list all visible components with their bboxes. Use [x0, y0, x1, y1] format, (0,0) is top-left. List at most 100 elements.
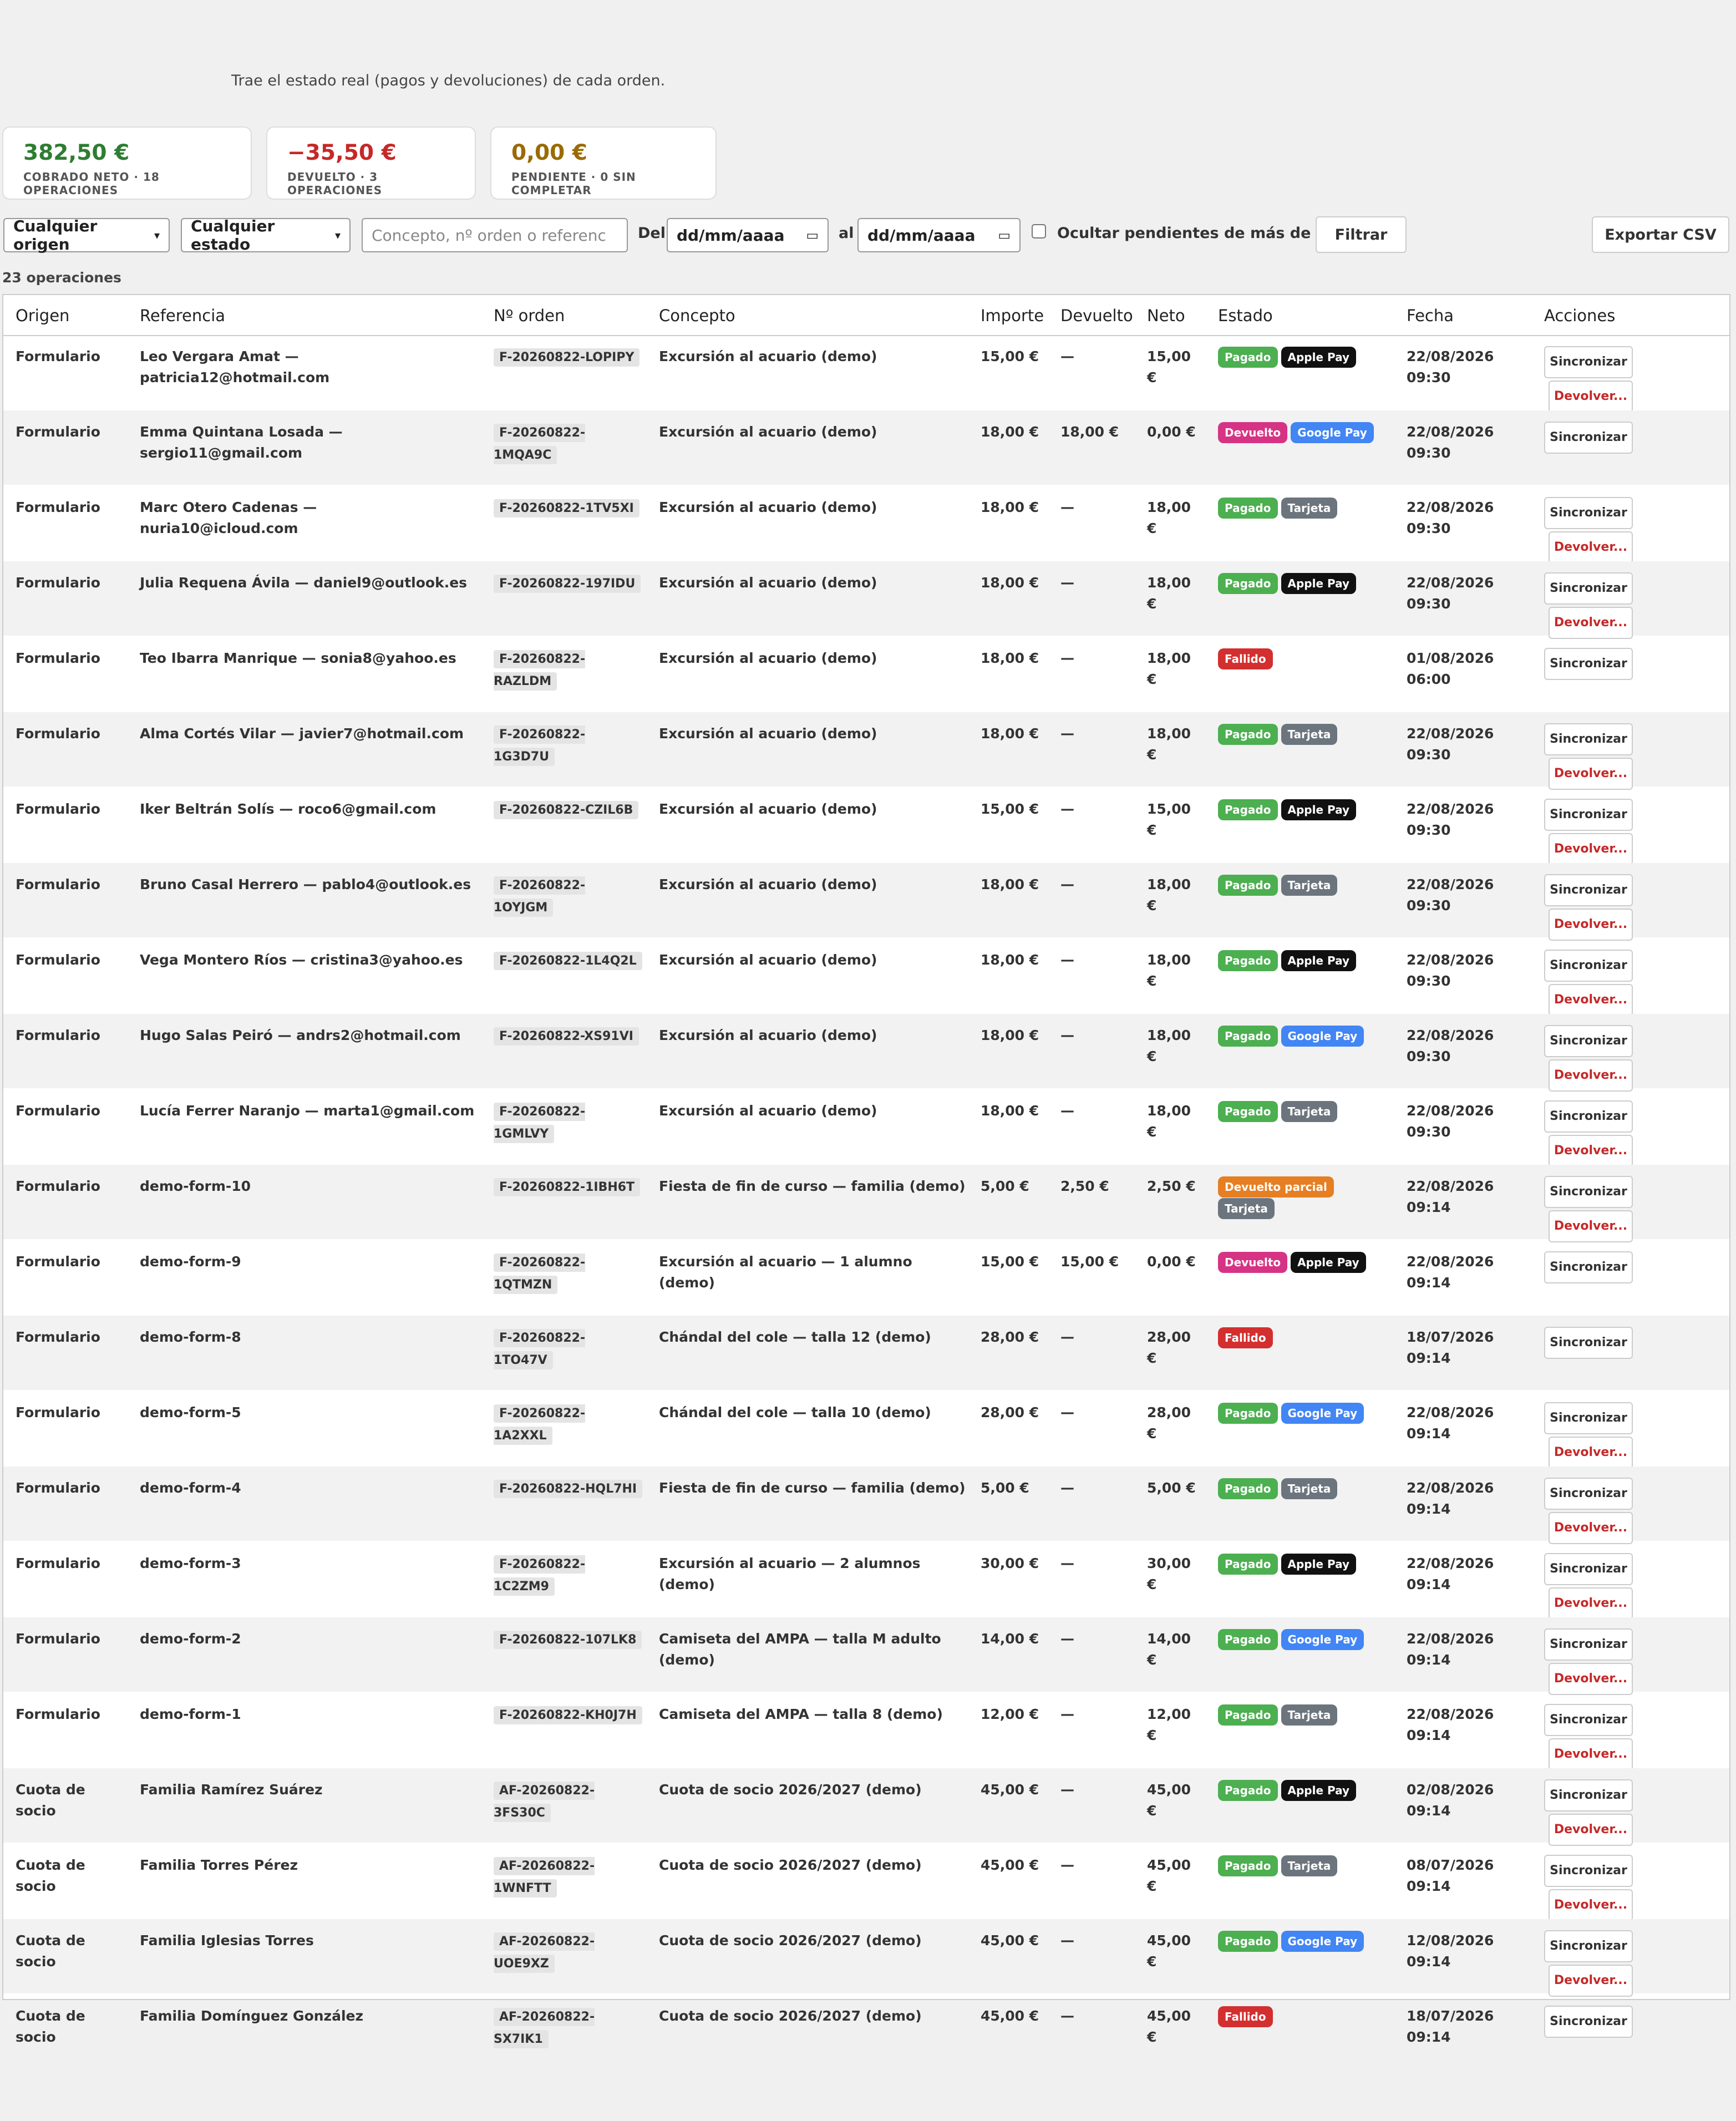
- sync-button[interactable]: Sincronizar: [1544, 1251, 1633, 1283]
- sync-button[interactable]: Sincronizar: [1544, 497, 1633, 529]
- refund-button[interactable]: Devolver...: [1549, 1210, 1633, 1242]
- table-header: Origen Referencia Nº orden Concepto Impo…: [3, 295, 1729, 336]
- sync-button[interactable]: Sincronizar: [1544, 950, 1633, 982]
- cell-origen: Formulario: [16, 876, 100, 892]
- al-label: al: [839, 225, 854, 242]
- cell-importe: 18,00 €: [981, 424, 1039, 440]
- sync-button[interactable]: Sincronizar: [1544, 1855, 1633, 1887]
- col-orden[interactable]: Nº orden: [494, 306, 565, 325]
- payment-method-badge: Google Pay: [1281, 1931, 1364, 1952]
- cell-devuelto: 18,00 €: [1060, 424, 1119, 440]
- table-row: Formulario demo-form-3 F-20260822-1C2ZM9 Ex…: [3, 1542, 1729, 1620]
- sync-button[interactable]: Sincronizar: [1544, 799, 1633, 831]
- sync-button[interactable]: Sincronizar: [1544, 346, 1633, 378]
- ocultar-checkbox[interactable]: [1032, 224, 1046, 239]
- cell-referencia: Bruno Casal Herrero — pablo4@outlook.es: [140, 876, 471, 892]
- col-concepto[interactable]: Concepto: [659, 306, 735, 325]
- order-number-tag: F-20260822-1OYJGM: [494, 876, 586, 917]
- refund-button[interactable]: Devolver...: [1549, 1889, 1633, 1921]
- refund-button[interactable]: Devolver...: [1549, 909, 1633, 941]
- sync-button[interactable]: Sincronizar: [1544, 1553, 1633, 1585]
- table-row: Formulario demo-form-1 F-20260822-KH0J7H Ca…: [3, 1693, 1729, 1770]
- sync-button[interactable]: Sincronizar: [1544, 1025, 1633, 1057]
- order-number-tag: F-20260822-LOPIPY: [494, 348, 640, 367]
- cell-estado: Fallido: [1218, 1327, 1395, 1348]
- col-devuelto[interactable]: Devuelto: [1060, 306, 1133, 325]
- sync-button[interactable]: Sincronizar: [1544, 572, 1633, 605]
- status-badge: Pagado: [1218, 1101, 1278, 1122]
- cell-devuelto: —: [1060, 801, 1074, 817]
- cell-fecha: 22/08/2026 09:14: [1407, 1480, 1494, 1517]
- stat-value: 0,00 €: [511, 140, 587, 165]
- cell-neto: 18,00 €: [1147, 499, 1191, 536]
- sync-button[interactable]: Sincronizar: [1544, 1402, 1633, 1434]
- sync-button[interactable]: Sincronizar: [1544, 1478, 1633, 1510]
- refund-button[interactable]: Devolver...: [1549, 380, 1633, 413]
- refund-button[interactable]: Devolver...: [1549, 984, 1633, 1016]
- sync-button[interactable]: Sincronizar: [1544, 874, 1633, 906]
- col-neto[interactable]: Neto: [1147, 306, 1185, 325]
- cell-origen: Formulario: [16, 1480, 100, 1496]
- refund-button[interactable]: Devolver...: [1549, 1738, 1633, 1770]
- sync-button[interactable]: Sincronizar: [1544, 1628, 1633, 1661]
- cell-referencia: demo-form-3: [140, 1555, 241, 1571]
- cell-acciones: Sincronizar Devolver...: [1544, 1553, 1655, 1620]
- cell-estado: Fallido: [1218, 648, 1395, 669]
- table-row: Formulario Emma Quintana Losada — sergio1…: [3, 410, 1729, 485]
- sync-button[interactable]: Sincronizar: [1544, 1930, 1633, 1962]
- status-badge: Fallido: [1218, 2006, 1273, 2027]
- sync-button[interactable]: Sincronizar: [1544, 2006, 1633, 2038]
- stat-card-devuelto: −35,50 € DEVUELTO · 3 OPERACIONES: [266, 126, 476, 200]
- export-csv-button[interactable]: Exportar CSV: [1592, 216, 1729, 253]
- order-number-tag: F-20260822-HQL7HI: [494, 1480, 643, 1498]
- cell-estado: Pagado Tarjeta: [1218, 874, 1395, 896]
- sync-button[interactable]: Sincronizar: [1544, 648, 1633, 680]
- cell-acciones: Sincronizar Devolver...: [1544, 1855, 1655, 1921]
- refund-button[interactable]: Devolver...: [1549, 531, 1633, 564]
- cell-acciones: Sincronizar Devolver...: [1544, 1628, 1655, 1695]
- cell-importe: 18,00 €: [981, 876, 1039, 892]
- refund-button[interactable]: Devolver...: [1549, 1437, 1633, 1469]
- cell-importe: 5,00 €: [981, 1480, 1029, 1496]
- refund-button[interactable]: Devolver...: [1549, 1663, 1633, 1695]
- sync-button[interactable]: Sincronizar: [1544, 1327, 1633, 1359]
- col-importe[interactable]: Importe: [981, 306, 1044, 325]
- estado-select[interactable]: Cualquier estado ▾: [181, 217, 351, 253]
- origen-select[interactable]: Cualquier origen ▾: [3, 217, 170, 253]
- cell-origen: Formulario: [16, 1404, 100, 1420]
- refund-button[interactable]: Devolver...: [1549, 758, 1633, 790]
- date-from-input[interactable]: dd/mm/aaaa ▭: [667, 218, 829, 252]
- sync-button[interactable]: Sincronizar: [1544, 723, 1633, 755]
- filtrar-button[interactable]: Filtrar: [1316, 216, 1407, 253]
- search-input[interactable]: Concepto, nº orden o referenc: [362, 218, 628, 252]
- col-fecha[interactable]: Fecha: [1407, 306, 1454, 325]
- refund-button[interactable]: Devolver...: [1549, 1059, 1633, 1092]
- col-origen[interactable]: Origen: [16, 306, 69, 325]
- refund-button[interactable]: Devolver...: [1549, 1135, 1633, 1167]
- refund-button[interactable]: Devolver...: [1549, 1587, 1633, 1620]
- cell-concepto: Excursión al acuario (demo): [659, 876, 877, 892]
- refund-button[interactable]: Devolver...: [1549, 1512, 1633, 1544]
- cell-fecha: 22/08/2026 09:14: [1407, 1706, 1494, 1743]
- status-badge: Fallido: [1218, 1327, 1273, 1348]
- cell-orden: F-20260822-1A2XXL: [494, 1402, 643, 1447]
- sync-button[interactable]: Sincronizar: [1544, 422, 1633, 454]
- refund-button[interactable]: Devolver...: [1549, 607, 1633, 639]
- sync-button[interactable]: Sincronizar: [1544, 1100, 1633, 1133]
- col-acciones: Acciones: [1544, 306, 1616, 325]
- col-estado[interactable]: Estado: [1218, 306, 1273, 325]
- sync-button[interactable]: Sincronizar: [1544, 1704, 1633, 1736]
- col-referencia[interactable]: Referencia: [140, 306, 225, 325]
- cell-referencia: demo-form-10: [140, 1178, 251, 1194]
- cell-concepto: Fiesta de fin de curso — familia (demo): [659, 1178, 966, 1194]
- refund-button[interactable]: Devolver...: [1549, 833, 1633, 865]
- date-to-input[interactable]: dd/mm/aaaa ▭: [857, 218, 1021, 252]
- cell-neto: 0,00 €: [1147, 1254, 1196, 1270]
- sync-button[interactable]: Sincronizar: [1544, 1779, 1633, 1812]
- calendar-icon[interactable]: ▭: [998, 227, 1011, 243]
- refund-button[interactable]: Devolver...: [1549, 1965, 1633, 1997]
- refund-button[interactable]: Devolver...: [1549, 1814, 1633, 1846]
- calendar-icon[interactable]: ▭: [806, 227, 819, 243]
- cell-orden: F-20260822-1OYJGM: [494, 874, 643, 919]
- sync-button[interactable]: Sincronizar: [1544, 1176, 1633, 1208]
